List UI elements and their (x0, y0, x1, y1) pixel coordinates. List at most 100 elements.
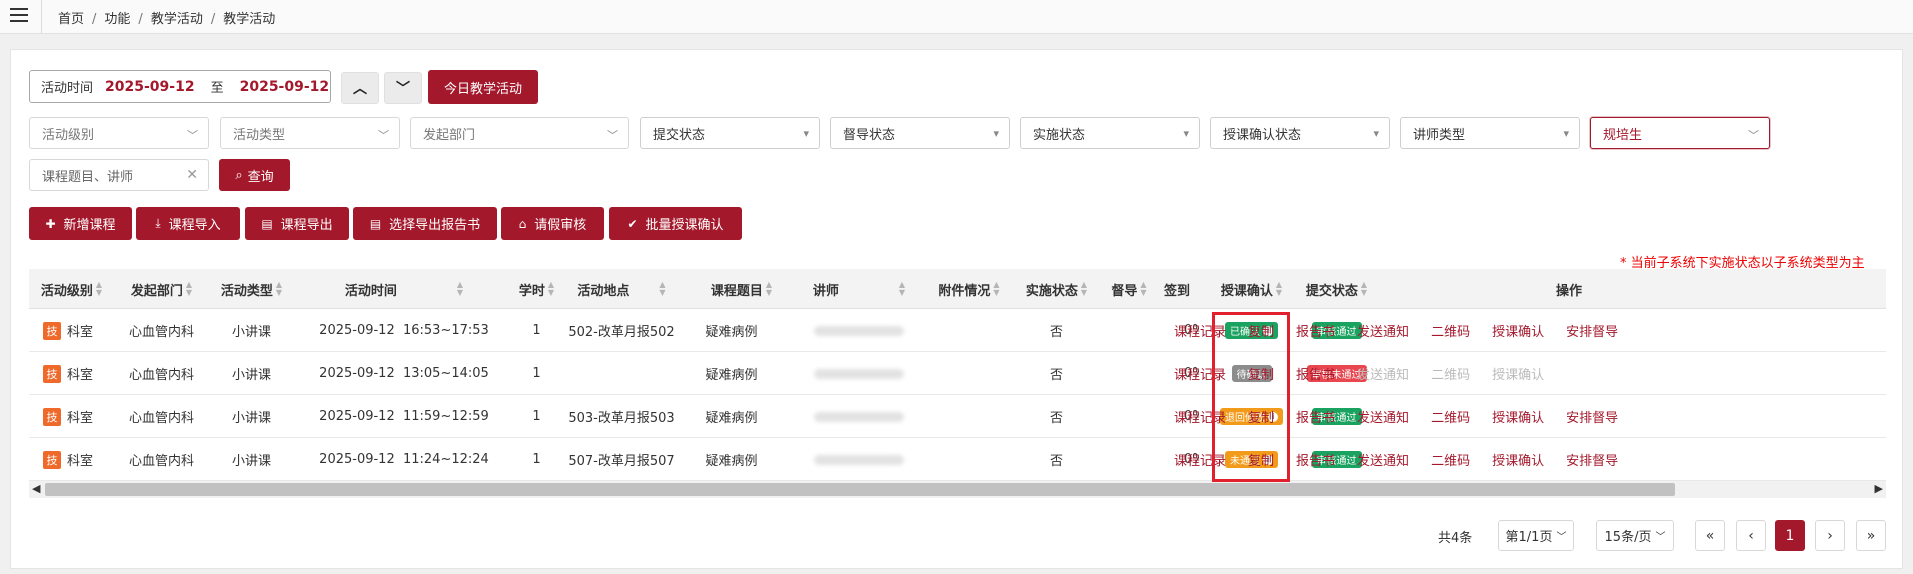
header-level[interactable]: 活动级别 ▲ ▼ (29, 269, 114, 309)
sort-icon[interactable]: ▲ ▼ (766, 281, 772, 297)
hamburger-menu-icon[interactable] (10, 8, 28, 24)
op-report[interactable]: 报告书 (1296, 321, 1335, 340)
header-confirm[interactable]: 授课确认 ▲ ▼ (1209, 269, 1294, 309)
op-qrcode[interactable]: 二维码 (1431, 321, 1470, 340)
header-title[interactable]: 课程题目 ▲ ▼ (684, 269, 799, 309)
end-date[interactable]: 2025-09-12 (240, 79, 330, 95)
op-course-record[interactable]: 课程记录 (1174, 321, 1226, 340)
chevron-down-icon: ﹀ (607, 129, 618, 142)
op-report[interactable]: 报告书 (1296, 364, 1335, 383)
breadcrumb-function[interactable]: 功能 (104, 12, 130, 27)
header-impl[interactable]: 实施状态 ▲ ▼ (1019, 269, 1094, 309)
sort-icon[interactable]: ▲ ▼ (1361, 281, 1367, 297)
op-arrange-supervision[interactable]: 安排督导 (1566, 407, 1618, 426)
sort-icon[interactable]: ▲ ▼ (276, 281, 282, 297)
start-date[interactable]: 2025-09-12 (105, 79, 195, 95)
op-qrcode[interactable]: 二维码 (1431, 450, 1470, 469)
filter-activity-level[interactable]: 活动级别 ﹀ (29, 117, 209, 149)
batch-confirm-button[interactable]: ✔ 批量授课确认 (609, 207, 742, 240)
button-label: 批量授课确认 (645, 218, 724, 233)
import-course-button[interactable]: ⤓ 课程导入 (136, 207, 240, 240)
header-lecturer[interactable]: 讲师 ▲ ▼ (799, 269, 919, 309)
op-course-record[interactable]: 课程记录 (1174, 450, 1226, 469)
filter-label: 讲师类型 (1413, 127, 1466, 143)
header-dept[interactable]: 发起部门 ▲ ▼ (114, 269, 209, 309)
filter-resident-trainee[interactable]: 规培生 ﹀ (1590, 117, 1770, 149)
next-page-button[interactable]: › (1815, 520, 1845, 551)
op-course-record[interactable]: 课程记录 (1174, 407, 1226, 426)
header-submit[interactable]: 提交状态 ▲ ▼ (1294, 269, 1379, 309)
op-arrange-supervision[interactable]: 安排督导 (1566, 450, 1618, 469)
sort-icon[interactable]: ▲ ▼ (659, 281, 665, 297)
sort-icon[interactable]: ▲ ▼ (1276, 281, 1282, 297)
scrollbar-thumb[interactable] (45, 483, 1675, 496)
sort-icon[interactable]: ▲ ▼ (457, 281, 463, 297)
prev-day-button[interactable]: ︿ (341, 72, 379, 104)
op-confirm-teaching[interactable]: 授课确认 (1492, 407, 1544, 426)
header-hours[interactable]: 学时 ▲ ▼ (514, 269, 559, 309)
header-type[interactable]: 活动类型 ▲ ▼ (209, 269, 294, 309)
clear-icon[interactable]: ✕ (186, 167, 198, 183)
date-range-picker[interactable]: 活动时间 2025-09-12 至 2025-09-12 (29, 70, 331, 103)
page-1-button[interactable]: 1 (1775, 520, 1805, 551)
keyword-search-input[interactable]: 课程题目、讲师 ✕ (29, 159, 209, 191)
filter-activity-type[interactable]: 活动类型 ﹀ (220, 117, 400, 149)
op-send-notice[interactable]: 发送通知 (1357, 407, 1409, 426)
top-bar: 首页 / 功能 / 教学活动 / 教学活动 (0, 0, 1913, 34)
op-copy[interactable]: 复制 (1248, 321, 1274, 340)
op-report[interactable]: 报告书 (1296, 450, 1335, 469)
breadcrumb-home[interactable]: 首页 (58, 12, 84, 27)
header-attachment[interactable]: 附件情况 ▲ ▼ (919, 269, 1019, 309)
sort-icon[interactable]: ▲ ▼ (899, 281, 905, 297)
header-supervision[interactable]: 督导 ▲ ▼ (1094, 269, 1164, 309)
level-text: 科室 (67, 411, 94, 426)
filter-teaching-confirm-status[interactable]: 授课确认状态 ▾ (1210, 117, 1390, 149)
header-label: 提交状态 (1305, 283, 1358, 299)
export-course-button[interactable]: ▤ 课程导出 (245, 207, 349, 240)
today-activities-button[interactable]: 今日教学活动 (428, 70, 538, 104)
op-qrcode[interactable]: 二维码 (1431, 407, 1470, 426)
sort-icon[interactable]: ▲ ▼ (186, 281, 192, 297)
leave-review-button[interactable]: ⌂ 请假审核 (501, 207, 604, 240)
page-select[interactable]: 第1/1页 ﹀ (1498, 520, 1574, 551)
filter-implementation-status[interactable]: 实施状态 ▾ (1020, 117, 1200, 149)
sort-icon[interactable]: ▲ ▼ (1081, 281, 1087, 297)
op-copy[interactable]: 复制 (1248, 407, 1274, 426)
page-size-select[interactable]: 15条/页 ﹀ (1596, 520, 1674, 551)
next-day-button[interactable]: ﹀ (384, 72, 422, 104)
last-page-button[interactable]: » (1856, 520, 1886, 551)
sort-icon[interactable]: ▲ ▼ (1140, 281, 1146, 297)
header-label: 操作 (1555, 283, 1582, 299)
header-sign[interactable]: 签到 (1164, 269, 1194, 309)
op-arrange-supervision[interactable]: 安排督导 (1566, 321, 1618, 340)
op-send-notice[interactable]: 发送通知 (1357, 450, 1409, 469)
export-report-button[interactable]: ▤ 选择导出报告书 (353, 207, 497, 240)
op-copy[interactable]: 复制 (1248, 364, 1274, 383)
op-course-record[interactable]: 课程记录 (1174, 364, 1226, 383)
first-page-button[interactable]: « (1695, 520, 1725, 551)
header-place[interactable]: 活动地点 ▲ ▼ (559, 269, 684, 309)
filter-lecturer-type[interactable]: 讲师类型 ▾ (1400, 117, 1580, 149)
op-report[interactable]: 报告书 (1296, 407, 1335, 426)
filter-supervision-status[interactable]: 督导状态 ▾ (830, 117, 1010, 149)
prev-page-button[interactable]: ‹ (1736, 520, 1766, 551)
horizontal-scrollbar[interactable]: ◀ ▶ (29, 481, 1886, 498)
filter-department[interactable]: 发起部门 ﹀ (410, 117, 629, 149)
add-course-button[interactable]: ✚ 新增课程 (29, 207, 132, 240)
sort-icon[interactable]: ▲ ▼ (993, 281, 999, 297)
breadcrumb-teaching[interactable]: 教学活动 (151, 12, 203, 27)
cell-place: 503-改革月报503 (568, 411, 675, 426)
query-button[interactable]: ⌕ 查询 (219, 159, 290, 191)
scroll-left-icon[interactable]: ◀ (32, 482, 40, 495)
filter-submit-status[interactable]: 提交状态 ▾ (640, 117, 820, 149)
op-copy[interactable]: 复制 (1248, 450, 1274, 469)
sort-icon[interactable]: ▲ ▼ (548, 281, 554, 297)
op-confirm-teaching[interactable]: 授课确认 (1492, 321, 1544, 340)
cell-place (559, 352, 684, 395)
header-time[interactable]: 活动时间 ▲ ▼ (294, 269, 514, 309)
scroll-right-icon[interactable]: ▶ (1875, 482, 1883, 495)
op-send-notice[interactable]: 发送通知 (1357, 321, 1409, 340)
chevron-down-icon: ▾ (1373, 127, 1379, 140)
op-confirm-teaching[interactable]: 授课确认 (1492, 450, 1544, 469)
sort-icon[interactable]: ▲ ▼ (96, 281, 102, 297)
